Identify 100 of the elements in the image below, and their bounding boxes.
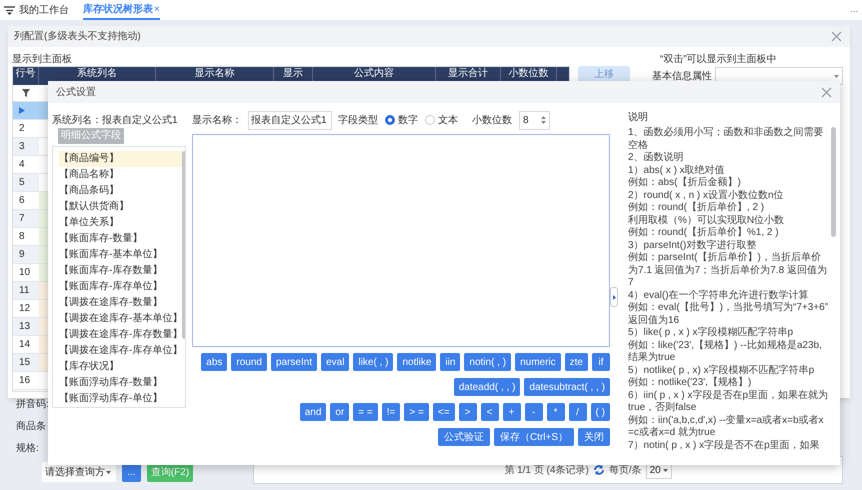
decimals-label: 小数位数 — [472, 114, 512, 128]
function-button[interactable]: round — [231, 353, 267, 371]
action-button[interactable]: 公式验证 — [438, 428, 490, 446]
per-page-label: 每页/条 — [608, 464, 642, 478]
row-number-cell[interactable] — [13, 102, 39, 119]
help-text: 例如：notlike('23',【规格】) — [628, 377, 752, 390]
function-button[interactable]: * — [546, 403, 565, 421]
field-item[interactable]: 【单位关系】 — [59, 215, 182, 231]
field-item[interactable]: 【商品编号】 — [59, 151, 182, 167]
caret-icon — [662, 468, 668, 472]
function-button[interactable]: if — [592, 353, 610, 371]
function-button[interactable]: zte — [564, 353, 588, 371]
function-button[interactable]: eval — [321, 353, 350, 371]
help-text: 2、函数说明 — [628, 152, 685, 164]
row-number-cell[interactable]: 9 — [13, 246, 39, 263]
field-item[interactable]: 【调拨在途库存-库存数量】 — [59, 327, 182, 343]
field-item[interactable]: 【默认供货商】 — [59, 199, 182, 215]
help-text: 5）like( p , x ) x字段模糊匹配字符串p — [628, 327, 794, 340]
function-button[interactable]: > — [458, 403, 477, 421]
function-button[interactable]: - — [524, 403, 543, 421]
row-number-cell[interactable]: 3 — [13, 138, 39, 155]
page-info: 第 1/1 页 (4条记录) — [504, 464, 589, 478]
function-button[interactable]: abs — [201, 353, 228, 371]
field-item[interactable]: 【账面库存-库存单位】 — [59, 279, 182, 295]
row-number-cell[interactable]: 11 — [13, 282, 39, 299]
help-text: 1、函数必须用小写；函数和非函数之间需要空格 — [628, 127, 825, 152]
more-button[interactable]: ... — [850, 3, 858, 17]
display-name-field[interactable]: 报表自定义公式1 — [248, 110, 332, 130]
function-button[interactable]: iin — [440, 353, 460, 371]
function-button[interactable]: != — [382, 403, 400, 421]
function-button[interactable]: or — [330, 403, 350, 421]
function-button[interactable]: dateadd( , , ) — [454, 378, 520, 396]
field-item[interactable]: 【账面库存-基本单位】 — [59, 247, 182, 263]
field-item[interactable]: 【账面浮动库存-单位】 — [59, 391, 182, 407]
function-button[interactable]: and — [300, 403, 326, 421]
help-text: 例如：parseInt(【折后单价】)，当折后单价为7.1 返回值为7；当折后单价为7.8 返回值为7 — [628, 252, 828, 290]
function-button[interactable]: datesubtract( , , ) — [524, 378, 610, 396]
function-button[interactable]: < — [480, 403, 499, 421]
function-button[interactable]: notin( , ) — [464, 353, 512, 371]
field-item[interactable]: 【商品条码】 — [59, 183, 182, 199]
help-text: 6）iin( p , x ) x字段是否在p里面，如果在就为true，否则false — [628, 390, 829, 414]
dialog-title: 公式设置 — [56, 86, 96, 100]
row-number-cell[interactable]: 5 — [13, 174, 39, 191]
system-column-name: 系统列名：报表自定义公式1 — [52, 115, 179, 127]
filter-icon[interactable] — [22, 89, 30, 97]
help-text: 3）parseInt()对数字进行取整 — [628, 240, 758, 252]
help-text: 例如：round(【折后单价】, 2 ) — [628, 202, 766, 214]
row-number-cell[interactable]: 7 — [13, 210, 39, 227]
action-button[interactable]: 关闭 — [578, 428, 610, 446]
section-label: 显示到主面板 — [12, 52, 72, 67]
close-icon[interactable] — [821, 86, 832, 98]
function-button[interactable]: + — [502, 403, 521, 421]
action-button[interactable]: 保存（Ctrl+S） — [494, 428, 574, 446]
field-item[interactable]: 【商品名称】 — [59, 167, 182, 183]
field-type-label: 字段类型 — [338, 114, 378, 128]
current-row-icon — [19, 107, 25, 114]
help-text: 5）notlike( p , x) x字段模糊不匹配字符串p — [628, 364, 816, 376]
row-number-cell[interactable]: 15 — [13, 354, 39, 371]
function-button[interactable]: <= — [432, 403, 455, 421]
function-button[interactable]: parseInt — [270, 353, 318, 371]
radio-label: 数字 — [398, 114, 418, 128]
caret-icon — [834, 74, 839, 78]
function-button[interactable]: like( , ) — [353, 353, 394, 371]
help-text: 例如：iin('a,b,c,d',x) --变量x=a或者x=b或者x=c或者x=d 就为true — [628, 414, 825, 440]
row-number-cell[interactable]: 13 — [13, 318, 39, 335]
dialog-title: 列配置(多级表头不支持拖动) — [14, 30, 141, 44]
tab[interactable]: 我的工作台 — [19, 0, 69, 20]
function-button[interactable]: notlike — [397, 353, 436, 371]
close-icon[interactable]: × — [154, 2, 160, 16]
scrollbar[interactable] — [831, 127, 836, 237]
attribute-label: 基本信息属性 — [652, 70, 712, 84]
help-text: 7）notin( p , x ) x字段是否不在p里面，如果 — [628, 440, 821, 452]
function-button[interactable]: = = — [353, 403, 378, 421]
function-button[interactable]: ( ) — [590, 403, 610, 421]
help-text: 例如：eval(【批号】)，当批号填写为“7+3+6” 返回值为16 — [628, 302, 829, 326]
radio-button[interactable] — [385, 115, 395, 125]
function-button[interactable]: > = — [404, 403, 429, 421]
function-button[interactable]: numeric — [515, 353, 561, 371]
menu-icon[interactable] — [4, 6, 15, 14]
field-item[interactable]: 【库存状况】 — [59, 359, 182, 375]
help-text: 例如：abs(【折后金额】) — [628, 177, 742, 190]
field-item[interactable]: 【调拨在途库存-数量】 — [59, 295, 182, 311]
hint-text: “双击”可以显示到主面板中 — [660, 52, 777, 67]
spinner-arrows-icon[interactable] — [541, 115, 546, 125]
field-item[interactable]: 【调拨在途库存-基本单位】 — [59, 311, 182, 327]
field-item[interactable]: 【调拨在途库存-库存单位】 — [59, 343, 182, 359]
close-icon[interactable] — [831, 31, 842, 42]
refresh-icon[interactable] — [592, 464, 605, 476]
search-label: 规格: — [16, 442, 40, 456]
help-text: 2）round( x , n ) x设置小数位数n位 — [628, 190, 785, 202]
field-item[interactable]: 【账面库存-数量】 — [59, 231, 182, 247]
collapse-toggle[interactable] — [610, 287, 618, 307]
tab[interactable]: 库存状况树形表× — [83, 0, 160, 20]
help-text: 例如：like('23',【规格】) --比如规格是a23b,结果为true — [628, 340, 823, 364]
field-item[interactable]: 【账面浮动库存-数量】 — [59, 375, 182, 391]
function-button[interactable]: / — [568, 403, 587, 421]
caret-icon — [106, 470, 111, 474]
search-label: 商品条 — [16, 420, 47, 434]
decimals-spinner[interactable]: 8 — [519, 110, 550, 130]
field-item[interactable]: 【账面库存-库存数量】 — [59, 263, 182, 279]
